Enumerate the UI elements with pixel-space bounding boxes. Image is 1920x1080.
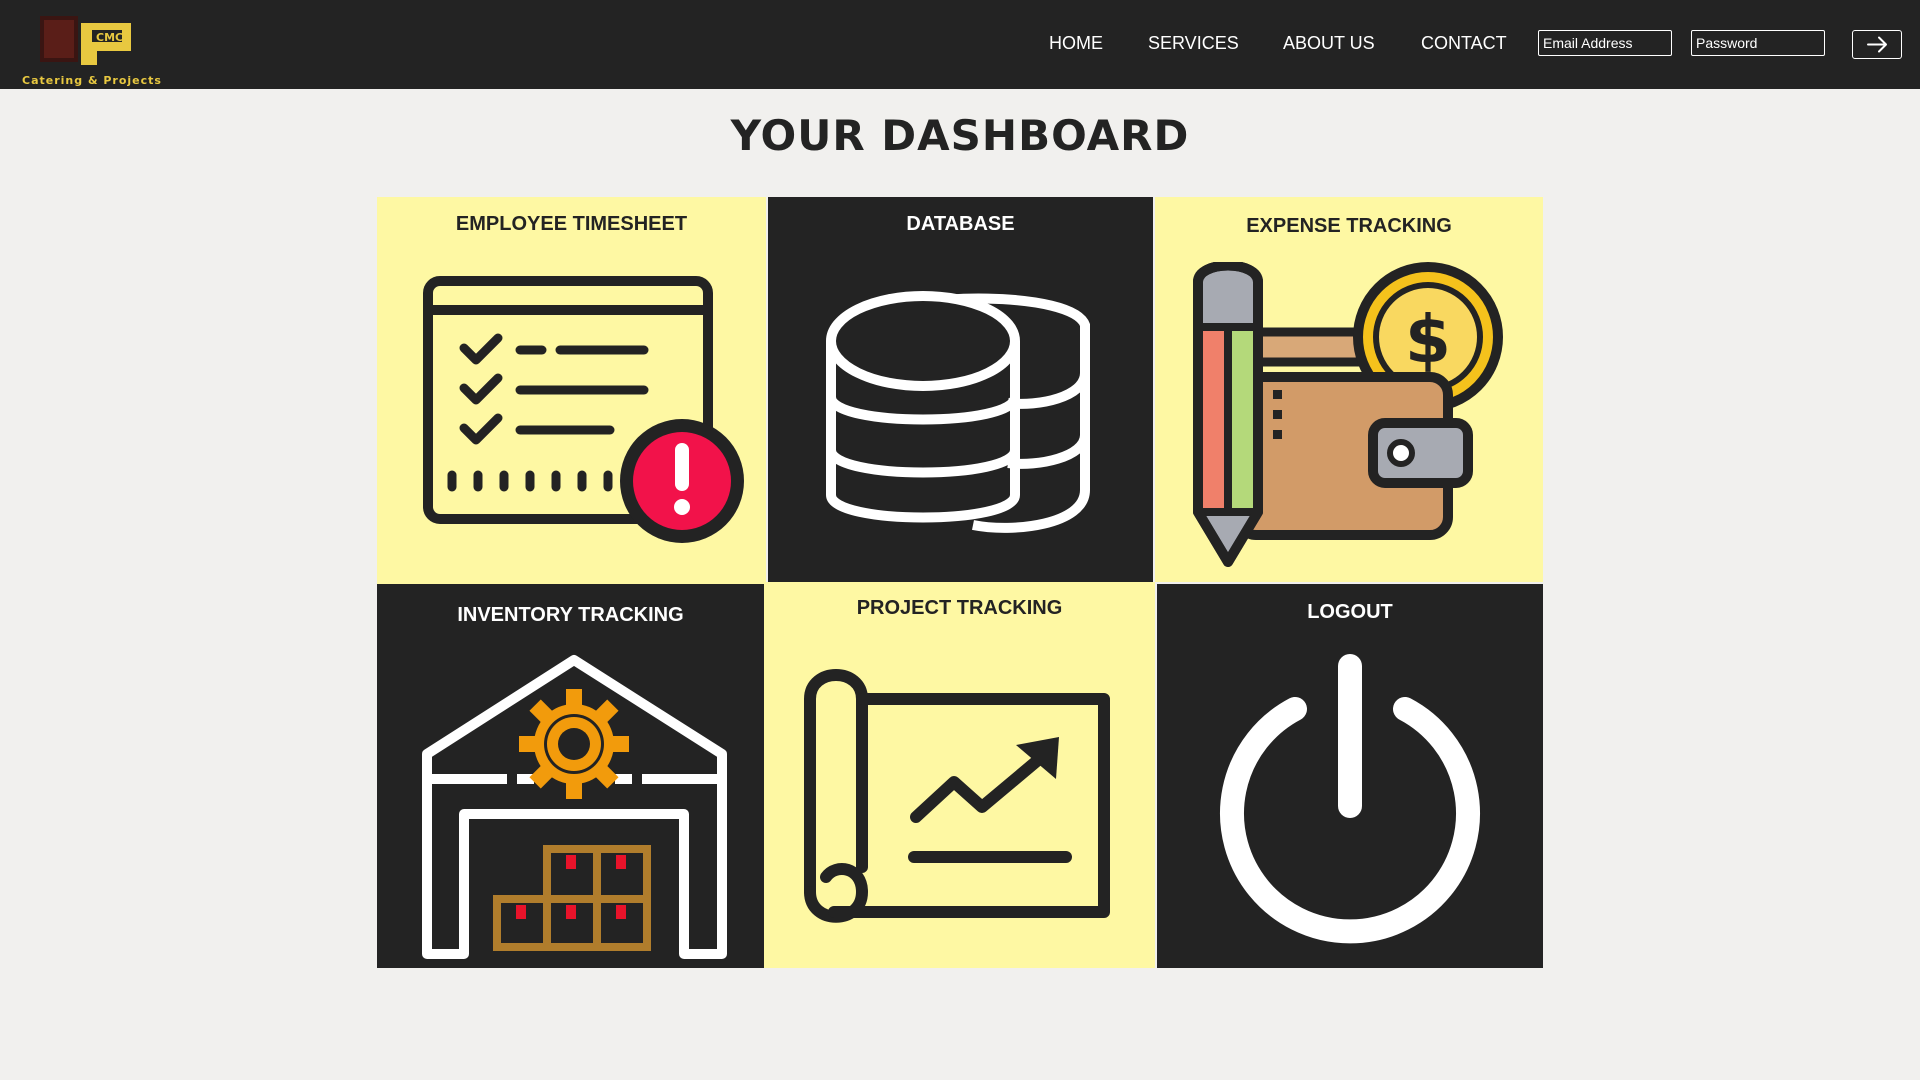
tile-label: INVENTORY TRACKING [457,604,684,626]
tile-logout[interactable]: LOGOUT [1157,584,1543,968]
wallet-coin-pencil-icon: $ [1193,262,1503,567]
power-icon [1220,654,1480,944]
blueprint-chart-icon [804,669,1110,923]
logo-text: Catering & Projects [22,74,162,87]
tile-label: EMPLOYEE TIMESHEET [455,213,688,235]
tile-label: LOGOUT [1307,601,1393,623]
svg-text:$: $ [1405,301,1451,378]
tile-label: PROJECT TRACKING [856,597,1063,619]
nav-services[interactable]: SERVICES [1148,33,1239,54]
company-logo[interactable]: CMC Catering & Projects [10,10,180,87]
email-field[interactable] [1538,30,1672,56]
logo-icon: CMC [40,16,133,67]
tile-expense-tracking[interactable]: EXPENSE TRACKING $ [1155,197,1543,582]
tile-project-tracking[interactable]: PROJECT TRACKING [764,582,1155,968]
tile-label: EXPENSE TRACKING [1246,215,1452,237]
arrow-right-icon [1867,36,1887,53]
tile-database[interactable]: DATABASE [768,197,1153,582]
warehouse-icon [422,655,727,959]
database-icon [826,291,1090,533]
tile-employee-timesheet[interactable]: EMPLOYEE TIMESHEET [377,197,766,584]
nav-about-us[interactable]: ABOUT US [1283,33,1375,54]
tile-label: DATABASE [906,213,1015,235]
nav-contact[interactable]: CONTACT [1421,33,1507,54]
nav-home[interactable]: HOME [1049,33,1103,54]
login-submit-button[interactable] [1852,30,1902,59]
svg-text:CMC: CMC [96,31,123,44]
tile-inventory-tracking[interactable]: INVENTORY TRACKING [377,584,764,968]
top-navbar: CMC Catering & Projects HOME SERVICES AB… [0,0,1920,89]
password-field[interactable] [1691,30,1825,56]
page-title: YOUR DASHBOARD [730,111,1190,160]
timesheet-checklist-icon [423,276,744,543]
